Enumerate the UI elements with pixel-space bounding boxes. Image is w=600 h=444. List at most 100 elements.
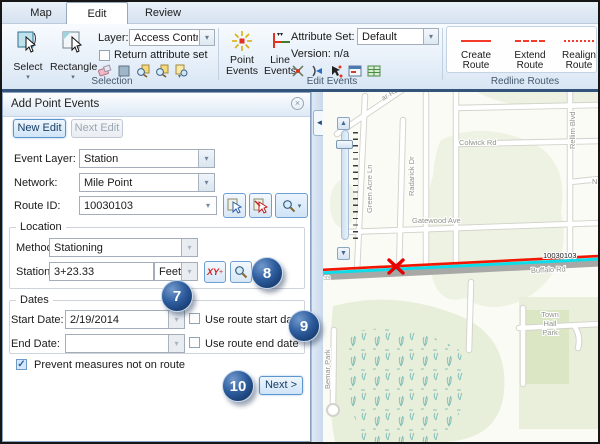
- zoom-out-button[interactable]: ▼: [337, 247, 350, 260]
- method-combobox[interactable]: Stationing ▾: [49, 238, 198, 257]
- extend-route-icon: [515, 40, 545, 42]
- layer-label: Layer:: [98, 32, 129, 44]
- callout-10: 10: [222, 370, 254, 402]
- park-label-town: Town: [541, 310, 559, 319]
- street-label-rellim-blvd: Rellim Blvd: [568, 111, 577, 149]
- use-route-start-date-checkbox[interactable]: [189, 313, 200, 324]
- edit-events-group-label: Edit Events: [282, 76, 382, 88]
- selection-group-label: Selection: [62, 76, 162, 88]
- panel-splitter[interactable]: [311, 92, 323, 442]
- redline-routes-group-label: Redline Routes: [470, 76, 580, 88]
- event-layer-combobox-arrow[interactable]: ▾: [198, 150, 214, 167]
- pick-xy-button[interactable]: XY+: [204, 261, 226, 283]
- use-route-end-date-label: Use route end date: [205, 338, 299, 350]
- attribute-set-combobox-arrow[interactable]: ▾: [423, 29, 438, 44]
- rectangle-tool-button[interactable]: Rectangle ▾: [50, 27, 96, 83]
- route-locate-menu-button[interactable]: ▾: [275, 193, 308, 218]
- next-button[interactable]: Next >: [259, 376, 303, 395]
- start-date-picker-arrow[interactable]: ▾: [168, 311, 184, 328]
- create-route-button[interactable]: Create Route: [451, 29, 501, 72]
- route-id-combobox[interactable]: 10030103 ▾: [79, 196, 217, 215]
- close-icon[interactable]: ×: [291, 97, 304, 110]
- street-label-radarick-dr: Radarick Dr: [407, 156, 416, 196]
- panel-header: Add Point Events ×: [3, 93, 310, 117]
- svg-text:▾▾: ▾▾: [277, 32, 283, 38]
- end-date-picker-arrow[interactable]: ▾: [168, 335, 184, 352]
- tab-map[interactable]: Map: [18, 2, 64, 24]
- select-route-on-map-button[interactable]: [223, 193, 246, 218]
- clear-route-selection-button[interactable]: [249, 193, 272, 218]
- create-route-icon: [461, 40, 491, 42]
- street-label-gatewood-ave: Gatewood Ave: [412, 216, 461, 225]
- layer-combobox-arrow[interactable]: ▾: [199, 30, 214, 45]
- start-date-label: Start Date:: [11, 314, 64, 326]
- point-events-button[interactable]: Point Events: [223, 27, 261, 83]
- map-view[interactable]: ar Rd Colwick Rd Rellim Blvd Radarick Dr…: [323, 92, 598, 442]
- extend-route-button[interactable]: Extend Route: [505, 29, 555, 72]
- park-label-hall: Hall: [544, 319, 557, 328]
- rectangle-tool-icon: [61, 30, 85, 54]
- method-combobox-arrow[interactable]: ▾: [181, 239, 197, 256]
- select-tool-button[interactable]: Select ▾: [7, 27, 49, 83]
- network-combobox-arrow[interactable]: ▾: [198, 174, 214, 191]
- group-separator: [218, 28, 219, 80]
- line-events-icon: ▾▾: [269, 30, 291, 52]
- select-route-icon: [227, 198, 243, 214]
- magnifier-icon: [234, 265, 248, 279]
- attribute-set-label: Attribute Set:: [291, 31, 355, 43]
- panel-title: Add Point Events: [11, 98, 99, 110]
- event-layer-label: Event Layer:: [14, 153, 76, 165]
- realign-route-button[interactable]: Realign Route: [559, 29, 599, 72]
- units-combobox[interactable]: Feet ▾: [154, 262, 198, 281]
- attribute-set-combobox[interactable]: Default ▾: [357, 28, 439, 45]
- cul-de-sac: [327, 404, 339, 416]
- map-canvas: ar Rd Colwick Rd Rellim Blvd Radarick Dr…: [323, 92, 598, 442]
- station-input[interactable]: 3+23.33: [49, 262, 154, 281]
- realign-route-icon: [564, 40, 594, 42]
- route-id-map-label: 10030103: [543, 251, 576, 260]
- route-id-combobox-arrow[interactable]: ▾: [200, 197, 216, 214]
- start-date-picker[interactable]: 2/19/2014 ▾: [65, 310, 185, 329]
- event-layer-combobox[interactable]: Station ▾: [79, 149, 215, 168]
- new-edit-button[interactable]: New Edit: [13, 119, 66, 138]
- return-attribute-set-label: Return attribute set: [114, 49, 208, 61]
- network-combobox[interactable]: Mile Point ▾: [79, 173, 215, 192]
- network-label: Network:: [14, 177, 57, 189]
- callout-8: 8: [251, 257, 283, 289]
- ribbon: Select ▾ Rectangle ▾ Layer: Access Contr…: [2, 24, 598, 89]
- street-label-buffalo-rd: Buffalo Rd: [531, 264, 566, 275]
- units-combobox-arrow[interactable]: ▾: [181, 263, 197, 280]
- redline-routes-box: Create Route Extend Route Realign Route: [446, 26, 597, 73]
- ribbon-tab-bar: Map Edit Review: [2, 2, 598, 24]
- station-label: Station:: [16, 266, 53, 278]
- route-locate-menu-caret: ▾: [298, 202, 302, 210]
- callout-7: 7: [161, 280, 193, 312]
- tab-edit[interactable]: Edit: [66, 2, 128, 24]
- zoom-in-button[interactable]: ▲: [337, 117, 350, 130]
- point-events-icon: [231, 30, 253, 52]
- zoom-slider-thumb[interactable]: [336, 140, 353, 149]
- return-attribute-set-checkbox[interactable]: [99, 50, 110, 61]
- use-route-end-date-checkbox[interactable]: [189, 337, 200, 348]
- road-shield-33: 33: [324, 276, 330, 282]
- clear-route-icon: [253, 198, 269, 214]
- select-dropdown-caret[interactable]: ▾: [7, 73, 49, 81]
- select-tool-icon: [16, 30, 40, 54]
- end-date-picker[interactable]: ▾: [65, 334, 185, 353]
- version-label: Version: n/a: [291, 48, 349, 60]
- next-edit-button[interactable]: Next Edit: [71, 119, 123, 138]
- locate-station-button[interactable]: [230, 261, 252, 283]
- street-label-bemar-park: Bemar Park: [323, 349, 332, 389]
- street-label-colwick-rd: Colwick Rd: [459, 138, 497, 147]
- group-separator: [442, 28, 443, 80]
- prevent-measures-checkbox[interactable]: ✓: [16, 359, 27, 370]
- route-id-label: Route ID:: [14, 200, 60, 212]
- layer-combobox[interactable]: Access Control ▾: [129, 29, 215, 46]
- callout-9: 9: [288, 310, 320, 342]
- tab-review[interactable]: Review: [136, 2, 190, 24]
- street-label-green-acre-ln: Green Acre Ln: [365, 165, 374, 213]
- selection-layer-menu-icon[interactable]: ▾: [173, 63, 189, 79]
- xy-icon: XY: [207, 267, 219, 277]
- end-date-label: End Date:: [11, 338, 60, 350]
- park-label-park: Park: [542, 328, 558, 337]
